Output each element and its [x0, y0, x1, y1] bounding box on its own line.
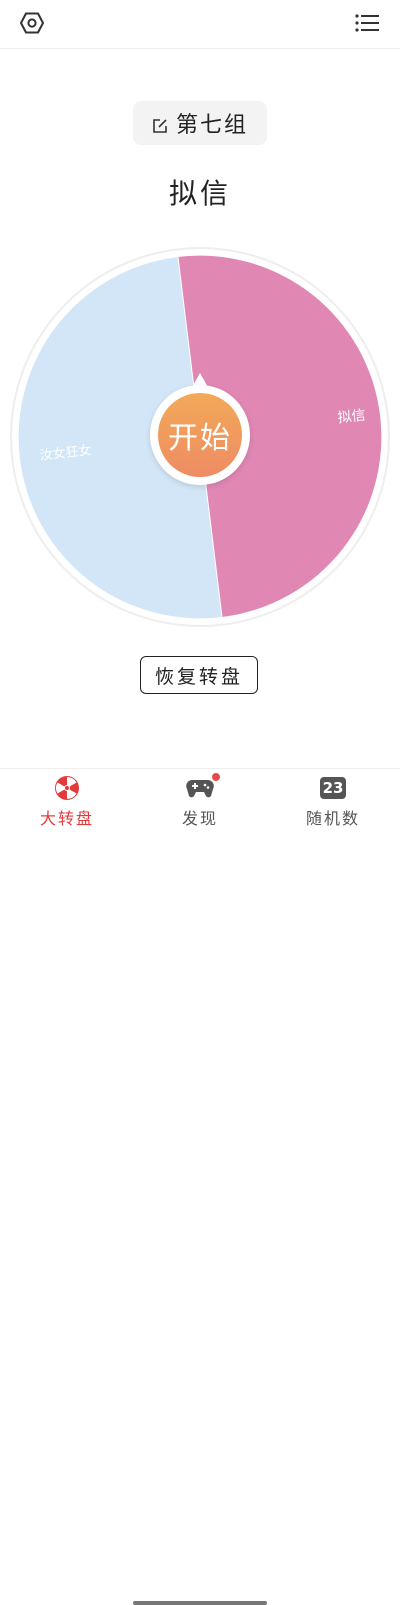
segment-label: 拟信 [337, 408, 367, 427]
start-button[interactable]: 开始 [150, 385, 250, 485]
group-selector-button[interactable]: 第七组 [133, 101, 267, 145]
menu-list-icon[interactable] [354, 10, 380, 36]
group-label: 第七组 [175, 113, 248, 138]
number-icon: 23 [318, 775, 348, 801]
tab-discover[interactable]: 发现 [145, 773, 255, 829]
start-label: 开始 [158, 393, 242, 477]
notification-dot [212, 773, 220, 781]
tab-label: 发现 [181, 809, 218, 828]
tab-bar: 大转盘 发现 23 随机数 [0, 768, 400, 1605]
top-bar [0, 0, 400, 49]
gamepad-icon [185, 773, 220, 801]
result-text: 拟信 [168, 177, 231, 210]
wheel-icon [52, 775, 82, 801]
tab-label: 随机数 [305, 809, 360, 828]
edit-icon [152, 115, 168, 133]
tab-random-number[interactable]: 23 随机数 [278, 775, 388, 829]
home-indicator [133, 1601, 267, 1605]
tab-label: 大转盘 [39, 809, 94, 828]
restore-wheel-button[interactable]: 恢复转盘 [140, 656, 258, 694]
settings-icon[interactable] [19, 10, 45, 36]
tab-wheel[interactable]: 大转盘 [12, 775, 122, 829]
